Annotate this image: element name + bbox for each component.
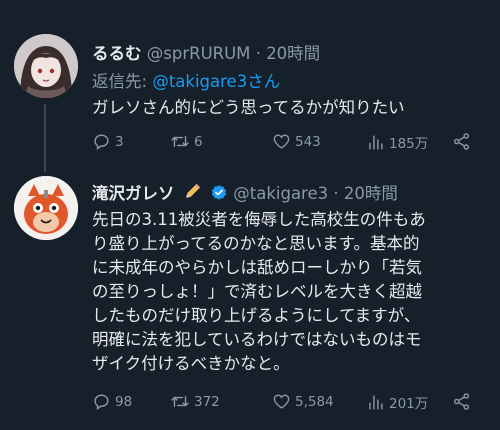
reply-icon	[94, 134, 109, 151]
reply-suffix: さん	[247, 72, 281, 91]
like-button[interactable]: 5,584	[272, 392, 334, 411]
tweet-text-line: り盛り上がってるのかなと思います。基本的	[92, 234, 420, 253]
avatar[interactable]	[14, 34, 78, 98]
heart-icon	[273, 134, 290, 149]
timestamp[interactable]: 20時間	[344, 184, 398, 203]
retweet-count: 6	[194, 133, 203, 150]
retweet-icon	[171, 396, 189, 407]
display-name[interactable]: るるむ	[92, 44, 142, 63]
share-icon	[453, 393, 470, 410]
pencil-emoji-icon	[185, 183, 200, 199]
views-count: 185万	[389, 136, 429, 152]
tweet-header: 滝沢ガレソ @takigare3 · 20時間	[92, 180, 398, 204]
avatar-illustration	[14, 176, 78, 240]
reply-button[interactable]: 3	[92, 132, 124, 151]
retweet-button[interactable]: 6	[170, 132, 203, 151]
reply-count: 98	[115, 393, 133, 410]
reply-icon	[94, 394, 109, 411]
views-button[interactable]: 201万	[366, 392, 428, 412]
tweet-text: ガレソさん的にどう思ってるかが知りたい	[92, 96, 492, 120]
action-bar: 3 6 543 185万	[92, 132, 472, 156]
share-icon	[453, 133, 470, 150]
views-icon	[369, 134, 383, 150]
reply-tweet[interactable]: るるむ @sprRURUM · 20時間 返信先: @takigare3さん ガ…	[0, 0, 500, 172]
thread-line	[44, 104, 46, 172]
retweet-button[interactable]: 372	[170, 392, 220, 411]
main-tweet[interactable]: 滝沢ガレソ @takigare3 · 20時間 先日の3.11被災者を侮辱した高…	[0, 170, 500, 430]
display-name[interactable]: 滝沢ガレソ	[92, 184, 175, 203]
share-button[interactable]	[452, 392, 471, 411]
avatar[interactable]	[14, 176, 78, 240]
tweet-text-line: の至りっしょ！」で済むレベルを大きく超越	[92, 282, 422, 301]
user-handle[interactable]: @sprRURUM	[147, 44, 251, 63]
timestamp[interactable]: 20時間	[266, 44, 320, 63]
reply-prefix: 返信先:	[92, 72, 153, 91]
retweet-count: 372	[194, 393, 220, 410]
reply-handle-link[interactable]: @takigare3	[152, 72, 247, 91]
heart-icon	[273, 394, 290, 409]
views-count: 201万	[389, 396, 429, 412]
tweet-text-line: 先日の3.11被災者を侮辱した高校生の件もあ	[92, 210, 426, 229]
separator-dot: ·	[255, 44, 261, 63]
like-count: 543	[295, 133, 321, 150]
tweet-text-line: に未成年のやらかしは舐めローしかり「若気	[92, 258, 422, 277]
user-handle[interactable]: @takigare3	[233, 184, 328, 203]
reply-button[interactable]: 98	[92, 392, 132, 411]
views-icon	[369, 394, 383, 410]
tweet-text-line: ザイク付けるべきかなと。	[92, 354, 290, 373]
retweet-icon	[171, 136, 189, 147]
tweet-text-line: したものだけ取り上げるようにしてますが、	[92, 306, 421, 325]
tweet-text-line: 明確に法を犯しているわけではないものはモ	[92, 330, 422, 349]
verified-badge-icon[interactable]	[210, 184, 228, 202]
reply-context: 返信先: @takigare3さん	[92, 68, 280, 92]
reply-count: 3	[115, 133, 124, 150]
avatar-illustration	[14, 34, 78, 98]
like-count: 5,584	[295, 393, 334, 410]
action-bar: 98 372 5,584 201万	[92, 392, 472, 416]
views-button[interactable]: 185万	[366, 132, 428, 152]
tweet-header: るるむ @sprRURUM · 20時間	[92, 40, 320, 64]
share-button[interactable]	[452, 132, 471, 151]
separator-dot: ·	[333, 184, 339, 203]
like-button[interactable]: 543	[272, 132, 321, 151]
tweet-text-line: ガレソさん的にどう思ってるかが知りたい	[92, 98, 405, 117]
tweet-text: 先日の3.11被災者を侮辱した高校生の件もあ り盛り上がってるのかなと思います。…	[92, 208, 486, 376]
